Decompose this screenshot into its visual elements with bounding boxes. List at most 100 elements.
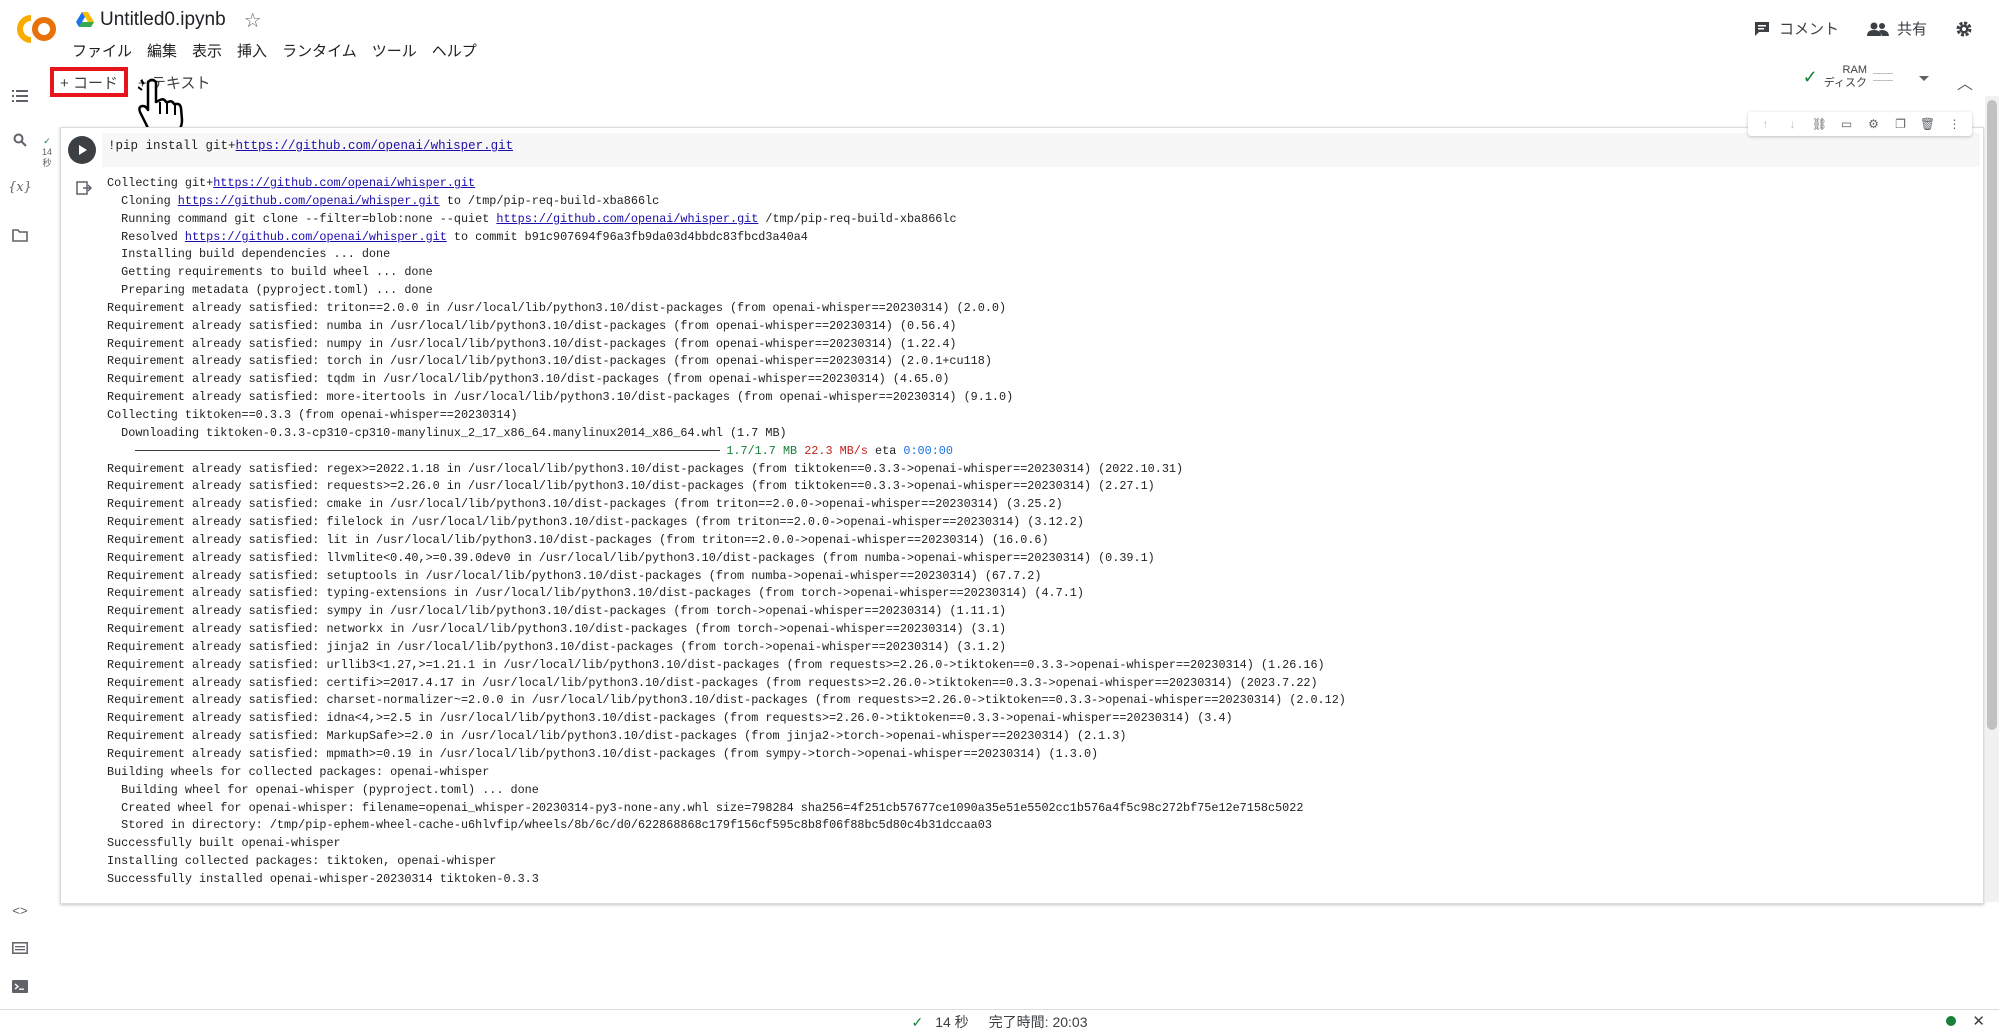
output-line: Building wheels for collected packages: … — [107, 764, 490, 779]
terminal-icon[interactable] — [10, 976, 30, 996]
output-line: Requirement already satisfied: requests>… — [107, 479, 1155, 494]
run-cell-button[interactable] — [68, 136, 96, 164]
menu-tools[interactable]: ツール — [372, 38, 426, 63]
output-line: Cloning https://github.com/openai/whispe… — [107, 193, 660, 208]
toc-icon[interactable] — [10, 86, 30, 106]
output-line: Building wheel for openai-whisper (pypro… — [107, 782, 539, 797]
comment-icon — [1754, 21, 1769, 36]
comment-label: コメント — [1778, 21, 1839, 38]
exec-check-icon: ✓ — [43, 136, 51, 146]
add-code-button[interactable]: + コード — [50, 67, 128, 97]
progress-eta: 0:00:00 — [903, 443, 953, 458]
code-text: !pip install git+ — [108, 139, 236, 153]
output-line: Getting requirements to build wheel ... … — [107, 265, 433, 280]
status-bar: ✓ 14 秒 完了時間: 20:03 — [0, 1009, 1999, 1034]
scrollbar-thumb[interactable] — [1987, 100, 1997, 730]
cell-output: Collecting git+https://github.com/openai… — [107, 175, 1967, 889]
notebook-toolbar: + コード + テキスト — [46, 64, 1999, 98]
folder-icon[interactable] — [10, 225, 30, 245]
output-line: Resolved https://github.com/openai/whisp… — [107, 229, 808, 244]
close-icon[interactable]: ✕ — [1972, 1012, 1985, 1030]
people-icon — [1866, 22, 1889, 36]
comment-cell-icon[interactable]: ▭ — [1839, 117, 1855, 131]
exec-time: 14 — [42, 147, 53, 157]
eta-label: eta — [875, 443, 897, 458]
code-link[interactable]: https://github.com/openai/whisper.git — [236, 139, 514, 153]
menu-view[interactable]: 表示 — [192, 38, 231, 63]
drive-icon[interactable] — [76, 12, 94, 28]
share-button[interactable]: 共有 — [1866, 18, 1927, 39]
output-link[interactable]: https://github.com/openai/whisper.git — [213, 176, 475, 190]
move-down-icon[interactable]: ↓ — [1785, 117, 1801, 131]
output-line: Requirement already satisfied: numpy in … — [107, 336, 957, 351]
header-actions: コメント 共有 — [1725, 18, 1981, 39]
menu-bar: ファイル 編集 表示 挿入 ランタイム ツール ヘルプ — [72, 38, 492, 63]
output-line: Downloading tiktoken-0.3.3-cp310-cp310-m… — [107, 425, 787, 440]
variables-icon[interactable]: {x} — [8, 177, 32, 197]
output-line: Successfully built openai-whisper — [107, 836, 341, 851]
output-line: Requirement already satisfied: idna<4,>=… — [107, 711, 1233, 726]
notebook-title[interactable]: Untitled0.ipynb — [100, 9, 226, 31]
cell-toolbar: ↑ ↓ ⛓ ▭ ⚙ ❐ 🗑 ⋮ — [1748, 112, 1972, 136]
output-line: Requirement already satisfied: llvmlite<… — [107, 550, 1155, 565]
status-right: ✕ — [1946, 1012, 1985, 1030]
output-line: Requirement already satisfied: regex>=20… — [107, 461, 1184, 476]
move-up-icon[interactable]: ↑ — [1758, 117, 1774, 131]
progress-row: 1.7/1.7 MB 22.3 MB/s eta 0:00:00 — [107, 443, 1967, 461]
progress-speed: 22.3 MB/s — [804, 443, 868, 458]
output-line: Requirement already satisfied: sympy in … — [107, 604, 1007, 619]
output-link[interactable]: https://github.com/openai/whisper.git — [178, 194, 440, 208]
ram-label: RAM — [1842, 64, 1867, 76]
output-line: Requirement already satisfied: more-iter… — [107, 390, 1014, 405]
cell-settings-icon[interactable]: ⚙ — [1866, 117, 1882, 131]
star-icon[interactable]: ☆ — [244, 8, 262, 33]
colab-logo[interactable] — [14, 12, 58, 46]
output-line: Requirement already satisfied: tqdm in /… — [107, 372, 950, 387]
gear-icon — [1956, 21, 1972, 36]
menu-insert[interactable]: 挿入 — [237, 38, 276, 63]
output-line: Requirement already satisfied: certifi>=… — [107, 675, 1318, 690]
output-line: Requirement already satisfied: MarkupSaf… — [107, 729, 1127, 744]
output-line: Running command git clone --filter=blob:… — [107, 211, 957, 226]
command-palette-icon[interactable] — [10, 938, 30, 958]
output-actions-icon[interactable] — [76, 180, 92, 196]
mirror-cell-icon[interactable]: ❐ — [1893, 117, 1909, 131]
status-check-icon: ✓ — [911, 1013, 924, 1030]
runtime-dropdown-icon[interactable] — [1919, 76, 1929, 81]
menu-runtime[interactable]: ランタイム — [282, 38, 366, 63]
title-row: Untitled0.ipynb ☆ — [76, 8, 262, 32]
output-line: Requirement already satisfied: urllib3<1… — [107, 657, 1325, 672]
output-line: Collecting tiktoken==0.3.3 (from openai-… — [107, 407, 518, 422]
code-line[interactable]: !pip install git+https://github.com/open… — [108, 139, 513, 153]
play-icon — [79, 145, 87, 155]
connected-check-icon: ✓ — [1802, 66, 1818, 87]
download-progress-bar — [135, 450, 721, 452]
connection-status-dot — [1946, 1016, 1957, 1026]
more-vert-icon[interactable]: ⋮ — [1947, 117, 1963, 131]
menu-edit[interactable]: 編集 — [147, 38, 186, 63]
progress-size: 1.7/1.7 MB — [726, 443, 798, 458]
resource-indicator[interactable]: ✓ RAM ディスク — [1803, 64, 1893, 90]
delete-icon[interactable]: 🗑 — [1920, 117, 1936, 131]
output-line: Requirement already satisfied: torch in … — [107, 354, 992, 369]
menu-file[interactable]: ファイル — [72, 38, 141, 63]
output-line: Created wheel for openai-whisper: filena… — [107, 800, 1304, 815]
chevron-up-icon[interactable]: ︿ — [1957, 70, 1973, 94]
output-line: Preparing metadata (pyproject.toml) ... … — [107, 283, 433, 298]
output-line: Requirement already satisfied: filelock … — [107, 515, 1084, 530]
output-line: Requirement already satisfied: triton==2… — [107, 300, 1007, 315]
output-line: Collecting git+https://github.com/openai… — [107, 176, 476, 190]
search-icon[interactable] — [10, 130, 30, 150]
output-link[interactable]: https://github.com/openai/whisper.git — [185, 230, 447, 244]
settings-button[interactable] — [1955, 20, 1981, 38]
output-line: Requirement already satisfied: numba in … — [107, 318, 957, 333]
output-link[interactable]: https://github.com/openai/whisper.git — [496, 212, 758, 226]
code-snippets-icon[interactable]: <> — [10, 900, 30, 920]
comment-button[interactable]: コメント — [1753, 18, 1839, 39]
resource-labels: RAM ディスク — [1824, 64, 1867, 90]
link-icon[interactable]: ⛓ — [1812, 117, 1828, 131]
menu-help[interactable]: ヘルプ — [432, 38, 486, 63]
output-line: Requirement already satisfied: networkx … — [107, 622, 1007, 637]
output-line: Requirement already satisfied: mpmath>=0… — [107, 747, 1099, 761]
output-line: Requirement already satisfied: cmake in … — [107, 497, 1063, 512]
